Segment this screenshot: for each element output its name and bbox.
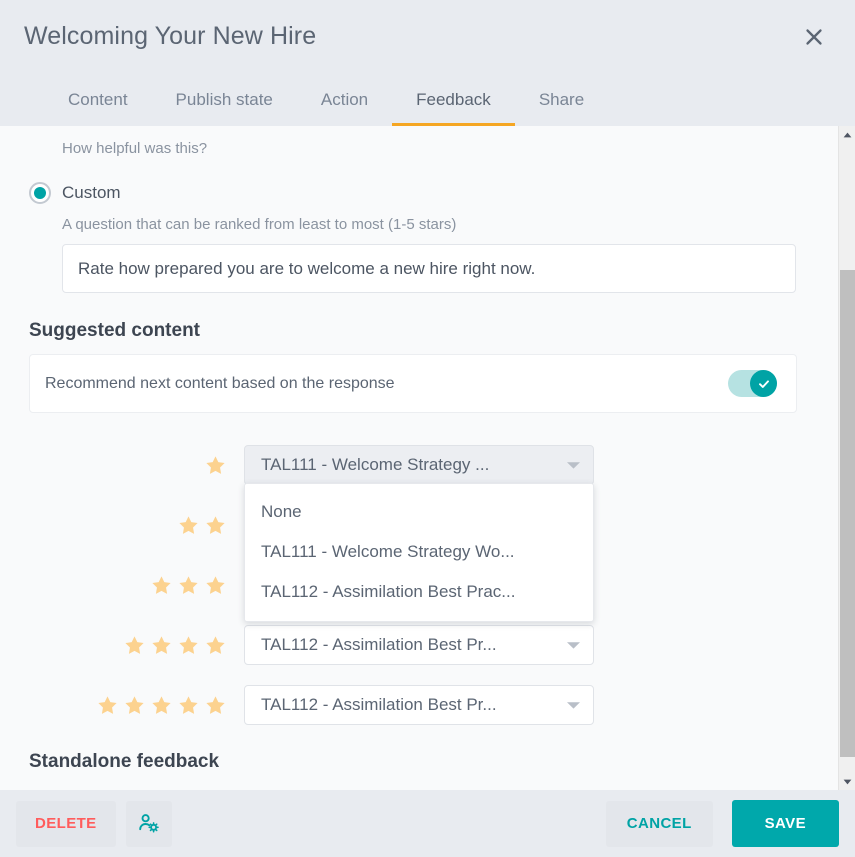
custom-question-input[interactable]: Rate how prepared you are to welcome a n… [62,244,796,293]
star-rating-1 [29,455,244,476]
rating-row: TAL112 - Assimilation Best Pr... [29,675,809,735]
dropdown-option-none[interactable]: None [245,492,593,532]
select-value: TAL112 - Assimilation Best Pr... [261,695,497,715]
tab-share[interactable]: Share [515,73,608,126]
cancel-button[interactable]: CANCEL [606,801,713,847]
tab-label: Feedback [416,90,491,110]
delete-button[interactable]: DELETE [16,801,116,847]
vertical-scrollbar[interactable] [838,126,855,790]
recommend-toggle[interactable] [728,370,777,397]
recommend-label: Recommend next content based on the resp… [45,375,395,393]
scroll-down-icon[interactable] [839,773,855,790]
toggle-knob [750,370,777,397]
star-rating-4 [29,635,244,656]
modal-footer: DELETE CANCEL SAVE [0,790,855,857]
modal-body: How helpful was this? Custom A question … [0,126,855,790]
tab-action[interactable]: Action [297,73,392,126]
scroll-up-icon[interactable] [839,126,855,143]
dropdown-option-tal111[interactable]: TAL111 - Welcome Strategy Wo... [245,532,593,572]
tab-label: Action [321,90,368,110]
page-title: Welcoming Your New Hire [24,22,316,51]
tab-label: Share [539,90,584,110]
suggested-content-select-4[interactable]: TAL112 - Assimilation Best Pr... [244,625,594,665]
previous-question-label: How helpful was this? [29,126,809,157]
suggested-content-select-1[interactable]: TAL111 - Welcome Strategy ... [244,445,594,485]
star-rating-3 [29,575,244,596]
tab-feedback[interactable]: Feedback [392,73,515,126]
tab-publish-state[interactable]: Publish state [152,73,297,126]
chevron-down-icon [566,461,581,470]
standalone-feedback-title: Standalone feedback [29,751,809,773]
suggested-content-dropdown-menu: None TAL111 - Welcome Strategy Wo... TAL… [244,483,594,622]
select-value: TAL112 - Assimilation Best Pr... [261,635,497,655]
scrollbar-thumb[interactable] [840,270,855,757]
chevron-down-icon [566,701,581,710]
star-rating-2 [29,515,244,536]
feedback-modal: Welcoming Your New Hire Content Publish … [0,0,855,857]
scroll-content: How helpful was this? Custom A question … [0,126,838,790]
rating-mapping-list: TAL111 - Welcome Strategy ... TAL111 - W… [29,435,809,735]
custom-question-value: Rate how prepared you are to welcome a n… [78,259,535,279]
user-settings-icon[interactable] [126,801,172,847]
close-icon[interactable] [797,20,831,54]
custom-radio[interactable] [29,182,51,204]
custom-radio-label: Custom [62,183,121,203]
dropdown-option-tal112[interactable]: TAL112 - Assimilation Best Prac... [245,572,593,612]
save-button[interactable]: SAVE [732,800,839,847]
tab-content[interactable]: Content [44,73,152,126]
chevron-down-icon [566,641,581,650]
recommend-next-content-card: Recommend next content based on the resp… [29,354,797,413]
tab-label: Content [68,90,128,110]
modal-header: Welcoming Your New Hire [0,0,855,73]
tab-label: Publish state [176,90,273,110]
rating-row: TAL112 - Assimilation Best Pr... [29,615,809,675]
suggested-content-title: Suggested content [29,320,809,342]
select-value: TAL111 - Welcome Strategy ... [261,455,489,475]
custom-hint: A question that can be ranked from least… [29,216,809,233]
tab-bar: Content Publish state Action Feedback Sh… [0,73,855,126]
star-rating-5 [29,695,244,716]
custom-option-row[interactable]: Custom [29,182,809,204]
radio-dot [34,187,46,199]
suggested-content-select-5[interactable]: TAL112 - Assimilation Best Pr... [244,685,594,725]
